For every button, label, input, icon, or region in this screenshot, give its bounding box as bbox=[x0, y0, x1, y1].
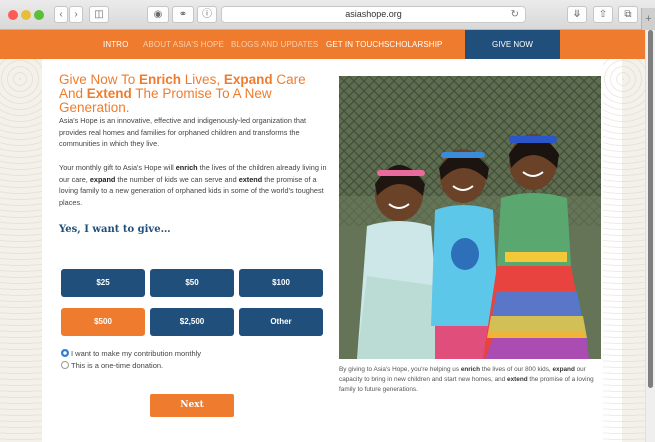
nav-item-intro[interactable]: INTRO bbox=[103, 30, 128, 59]
scrollbar-thumb[interactable] bbox=[648, 30, 653, 388]
info-icon[interactable]: ⓘ bbox=[197, 6, 217, 23]
amount-button-500[interactable]: $500 bbox=[61, 308, 145, 336]
monthly-option[interactable]: I want to make my contribution monthly bbox=[61, 349, 201, 358]
forward-icon[interactable]: › bbox=[69, 6, 83, 23]
intro-paragraph: Asia's Hope is an innovative, effective … bbox=[59, 116, 307, 148]
reload-icon[interactable]: ↻ bbox=[511, 7, 519, 22]
children-photo bbox=[339, 76, 601, 359]
give-heading: Yes, I want to give… bbox=[59, 224, 171, 235]
nav-item-scholarship[interactable]: SCHOLARSHIP bbox=[384, 30, 442, 59]
nav-item-about[interactable]: ABOUT ASIA'S HOPE bbox=[143, 30, 224, 59]
monthly-gift-paragraph: Your monthly gift to Asia's Hope will en… bbox=[59, 163, 327, 207]
next-button[interactable]: Next bbox=[150, 394, 234, 417]
tabs-overview-icon[interactable]: ⧉ bbox=[618, 6, 638, 23]
onetime-label: This is a one-time donation. bbox=[71, 361, 164, 370]
page-title: Give Now To Enrich Lives, Expand Care An… bbox=[59, 72, 306, 115]
address-bar[interactable]: asiashope.org ↻ bbox=[221, 6, 526, 23]
monthly-label: I want to make my contribution monthly bbox=[71, 349, 202, 358]
url-text: asiashope.org bbox=[345, 9, 402, 19]
minimize-window-button[interactable] bbox=[21, 10, 31, 20]
amount-button-2500[interactable]: $2,500 bbox=[150, 308, 234, 336]
monthly-radio[interactable] bbox=[61, 349, 69, 357]
sidebar-icon[interactable]: ◫ bbox=[89, 6, 109, 23]
browser-toolbar: ‹ › ◫ ◉ ⚭ ⓘ asiashope.org ↻ ⤋ ⇧ ⧉ + bbox=[0, 0, 655, 30]
photo-caption: By giving to Asia's Hope, you're helping… bbox=[339, 366, 594, 393]
close-window-button[interactable] bbox=[8, 10, 18, 20]
back-icon[interactable]: ‹ bbox=[54, 6, 68, 23]
onetime-option[interactable]: This is a one-time donation. bbox=[61, 361, 163, 370]
site-nav: INTRO ABOUT ASIA'S HOPE BLOGS AND UPDATE… bbox=[0, 30, 645, 59]
nav-item-give-now[interactable]: GIVE NOW bbox=[465, 30, 560, 59]
page-scrollbar[interactable] bbox=[645, 30, 655, 442]
amount-button-50[interactable]: $50 bbox=[150, 269, 234, 297]
page-background: Give Now To Enrich Lives, Expand Care An… bbox=[0, 59, 645, 442]
share-icon[interactable]: ⇧ bbox=[593, 6, 613, 23]
download-icon[interactable]: ⤋ bbox=[567, 6, 587, 23]
donation-panel: Give Now To Enrich Lives, Expand Care An… bbox=[42, 59, 622, 442]
new-tab-button[interactable]: + bbox=[641, 8, 655, 30]
children-photo-illustration bbox=[339, 76, 601, 359]
nav-item-contact[interactable]: GET IN TOUCH bbox=[326, 30, 384, 59]
extension-icon[interactable]: ⚭ bbox=[172, 6, 194, 23]
zoom-window-button[interactable] bbox=[34, 10, 44, 20]
amount-button-other[interactable]: Other bbox=[239, 308, 323, 336]
onetime-radio[interactable] bbox=[61, 361, 69, 369]
amount-button-25[interactable]: $25 bbox=[61, 269, 145, 297]
privacy-shield-icon[interactable]: ◉ bbox=[147, 6, 169, 23]
amount-button-100[interactable]: $100 bbox=[239, 269, 323, 297]
nav-item-blogs[interactable]: BLOGS AND UPDATES bbox=[231, 30, 318, 59]
